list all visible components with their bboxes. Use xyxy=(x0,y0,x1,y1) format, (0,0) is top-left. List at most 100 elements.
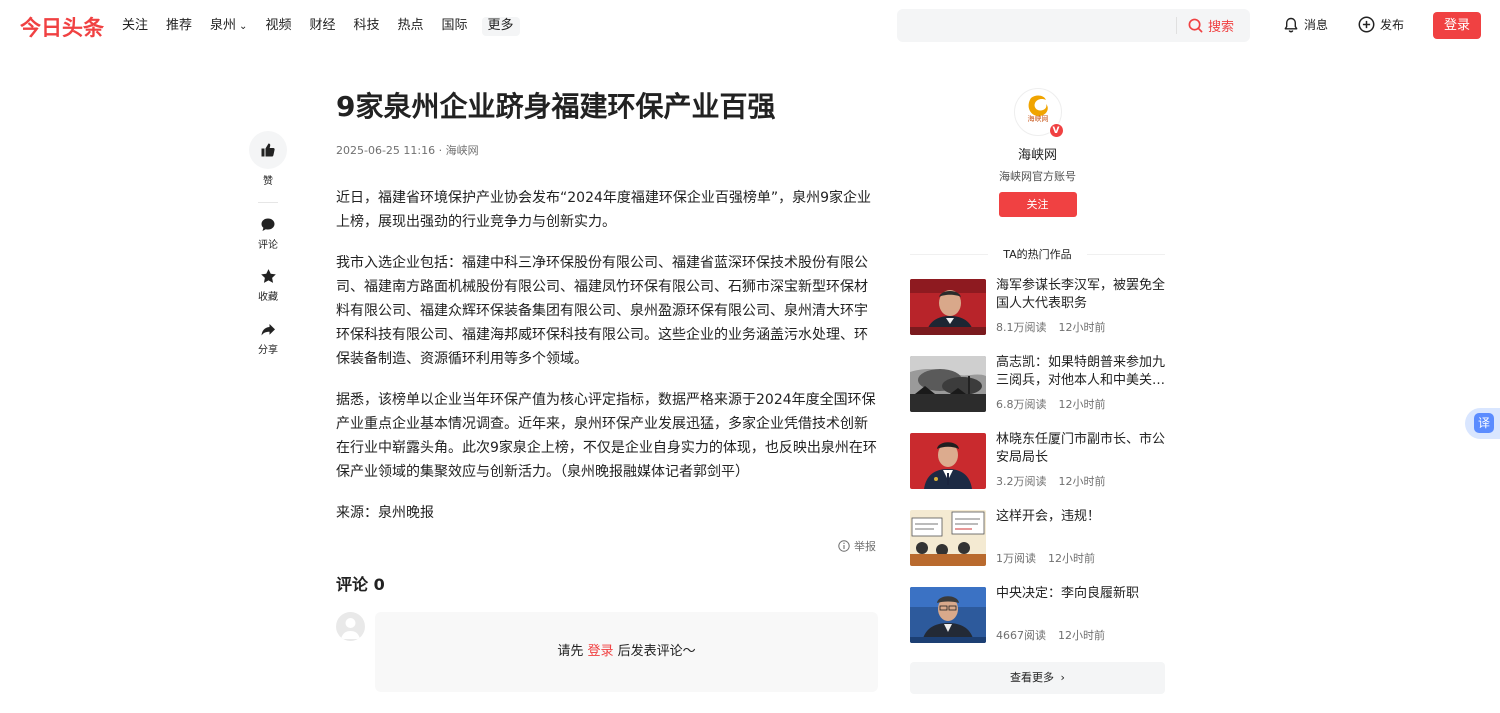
site-logo[interactable]: 今日头条 xyxy=(20,12,104,42)
nav-item-tech[interactable]: 科技 xyxy=(353,17,379,36)
see-more-label: 查看更多 xyxy=(1010,671,1055,684)
verified-badge: V xyxy=(1048,123,1064,138)
user-placeholder-icon xyxy=(341,618,360,639)
actions-divider xyxy=(258,202,278,203)
publish-label: 发布 xyxy=(1380,18,1405,32)
search-icon xyxy=(1188,18,1203,33)
comment-prompt-before: 请先 xyxy=(557,644,588,659)
hot-item-reads: 1万阅读 xyxy=(996,552,1036,565)
publish-button[interactable]: 发布 xyxy=(1358,16,1404,33)
article-paragraph: 近日，福建省环境保护产业协会发布“2024年度福建环保企业百强榜单”，泉州9家企… xyxy=(336,190,872,230)
info-icon xyxy=(838,540,850,552)
hot-item-thumbnail xyxy=(910,356,986,412)
comments-title: 评论 0 xyxy=(336,575,385,594)
share-button[interactable]: 分享 xyxy=(248,322,288,356)
nav-more-button[interactable]: 更多 xyxy=(481,17,520,36)
search-button-label: 搜索 xyxy=(1208,20,1235,35)
like-icon-wrap xyxy=(249,131,287,169)
hot-item-stats: 1万阅读 12小时前 xyxy=(996,550,1095,566)
hot-item-time: 12小时前 xyxy=(1058,321,1106,334)
article-paragraph: 我市入选企业包括：福建中科三净环保股份有限公司、福建省蓝深环保技术股份有限公司、… xyxy=(336,255,868,367)
hot-item-title: 林晓东任厦门市副市长、市公安局局长 xyxy=(996,432,1166,465)
chevron-right-icon: › xyxy=(1060,671,1065,684)
translate-icon: 译 xyxy=(1474,413,1494,433)
share-icon xyxy=(261,324,275,336)
article-source: 来源：泉州晚报 xyxy=(336,505,434,521)
avatar xyxy=(336,612,365,641)
search-input[interactable] xyxy=(907,15,1167,36)
favorite-label: 收藏 xyxy=(258,292,278,303)
comment-prompt-after: 后发表评论～ xyxy=(613,644,696,659)
hot-item-title: 中央决定：李向良履新职 xyxy=(996,586,1140,601)
hot-item-title: 这样开会，违规！ xyxy=(996,509,1101,524)
hot-item[interactable]: 中央决定：李向良履新职 4667阅读 12小时前 xyxy=(910,586,1165,643)
author-avatar[interactable]: 海峡网 V xyxy=(1013,88,1064,138)
messages-button[interactable]: 消息 xyxy=(1283,16,1328,33)
messages-label: 消息 xyxy=(1304,18,1329,32)
chevron-down-icon: ⌄ xyxy=(239,21,248,32)
hot-item-thumbnail xyxy=(910,587,986,643)
favorite-button[interactable]: 收藏 xyxy=(248,268,288,303)
search-box: 搜索 xyxy=(897,9,1250,42)
like-button[interactable]: 赞 xyxy=(248,131,288,187)
author-description: 海峡网官方账号 xyxy=(999,170,1076,183)
hot-item[interactable]: 林晓东任厦门市副市长、市公安局局长 3.2万阅读 12小时前 xyxy=(910,432,1166,489)
hot-item-time: 12小时前 xyxy=(1058,629,1105,642)
hot-item-title: 海军参谋长李汉军，被罢免全国人大代表职务 xyxy=(996,278,1166,311)
star-icon-wrap xyxy=(248,268,288,285)
nav-item-hot[interactable]: 热点 xyxy=(397,17,423,36)
comment-login-link[interactable]: 登录 xyxy=(587,644,613,659)
thumbs-up-icon xyxy=(261,143,275,157)
top-header: 今日头条 关注 推荐 泉州 ⌄ 视频 财经 科技 热点 国际 更多 搜索 消息 发… xyxy=(0,0,1500,52)
nav-item-video[interactable]: 视频 xyxy=(265,17,291,36)
hot-item-title: 高志凯：如果特朗普来参加九三阅兵，对他本人和中美关… xyxy=(996,355,1166,388)
hot-item[interactable]: 海军参谋长李汉军，被罢免全国人大代表职务 8.1万阅读 12小时前 xyxy=(910,278,1166,335)
article-paragraph: 据悉，该榜单以企业当年环保产值为核心评定指标，数据严格来源于2024年度全国环保… xyxy=(336,392,877,480)
hot-works-title: TA的热门作品 xyxy=(910,246,1165,262)
login-button[interactable]: 登录 xyxy=(1433,12,1481,39)
comment-icon xyxy=(261,218,275,231)
hot-item-time: 12小时前 xyxy=(1058,398,1106,411)
comment-login-prompt[interactable]: 请先 登录 后发表评论～ xyxy=(375,612,878,692)
hot-item-thumbnail xyxy=(910,279,986,335)
hot-item-reads: 3.2万阅读 xyxy=(996,475,1047,488)
nav-item-international[interactable]: 国际 xyxy=(442,17,468,36)
hot-item-time: 12小时前 xyxy=(1058,475,1106,488)
nav-item-city-label: 泉州 xyxy=(210,18,237,33)
hot-item-time: 12小时前 xyxy=(1048,552,1095,565)
search-divider xyxy=(1176,17,1177,34)
author-card: 海峡网 V 海峡网 海峡网官方账号 关注 xyxy=(910,88,1165,217)
share-icon-wrap xyxy=(248,322,288,338)
author-logo-text: 海峡网 xyxy=(1027,114,1048,123)
article-title: 9家泉州企业跻身福建环保产业百强 xyxy=(336,90,776,123)
star-icon xyxy=(260,269,276,283)
report-label: 举报 xyxy=(854,540,876,553)
share-label: 分享 xyxy=(258,345,278,356)
hot-item-stats: 3.2万阅读 12小时前 xyxy=(996,473,1106,489)
nav-item-recommend[interactable]: 推荐 xyxy=(166,17,192,36)
comment-button[interactable]: 评论 xyxy=(248,217,288,251)
author-name[interactable]: 海峡网 xyxy=(910,144,1165,163)
hot-item[interactable]: 高志凯：如果特朗普来参加九三阅兵，对他本人和中美关… 6.8万阅读 12小时前 xyxy=(910,355,1166,412)
report-button[interactable]: 举报 xyxy=(838,538,876,554)
article: 9家泉州企业跻身福建环保产业百强 2025-06-25 11:16 · 海峡网 … xyxy=(336,86,880,553)
hot-item-stats: 6.8万阅读 12小时前 xyxy=(996,396,1106,412)
comment-icon-wrap xyxy=(248,217,288,233)
hot-item-stats: 8.1万阅读 12小时前 xyxy=(996,319,1106,335)
nav-item-finance[interactable]: 财经 xyxy=(309,17,335,36)
nav-item-city[interactable]: 泉州 ⌄ xyxy=(210,17,247,36)
comment-label: 评论 xyxy=(258,240,278,251)
hot-item-reads: 4667阅读 xyxy=(996,629,1046,642)
hot-item-reads: 8.1万阅读 xyxy=(996,321,1047,334)
search-button[interactable]: 搜索 xyxy=(1188,16,1234,35)
hot-item[interactable]: 这样开会，违规！ 1万阅读 12小时前 xyxy=(910,509,1165,566)
like-label: 赞 xyxy=(263,176,273,187)
follow-button[interactable]: 关注 xyxy=(998,192,1077,217)
hot-item-stats: 4667阅读 12小时前 xyxy=(996,627,1105,643)
hot-item-thumbnail xyxy=(910,510,986,566)
see-more-button[interactable]: 查看更多 › xyxy=(910,662,1165,694)
bell-icon xyxy=(1284,17,1298,32)
hot-item-reads: 6.8万阅读 xyxy=(996,398,1047,411)
nav-item-follow[interactable]: 关注 xyxy=(122,17,148,36)
translate-button[interactable]: 译 xyxy=(1465,408,1500,439)
